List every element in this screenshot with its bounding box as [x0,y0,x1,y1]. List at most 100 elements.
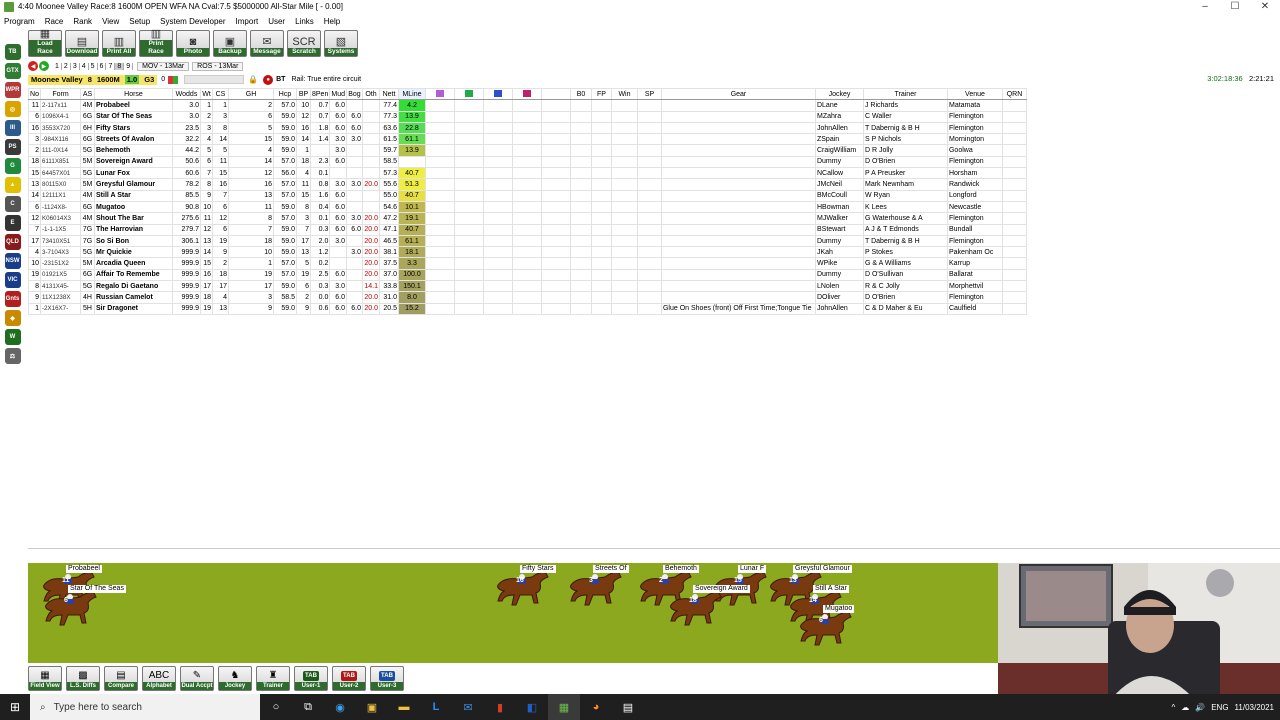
diamond-icon[interactable]: ◆ [4,310,21,326]
menu-rank[interactable]: Rank [73,17,92,26]
mail-icon[interactable]: ✉ [452,694,484,720]
vic-icon[interactable]: VIC [4,272,21,288]
gnts-icon[interactable]: Gnts [4,291,21,307]
back-arrow-icon[interactable]: ◀ [28,61,38,71]
table-row[interactable]: 1 -2X16X7- 5H Sir Dragonet 999.9 19 13 9 59.0 9 0.… [28,302,1027,315]
jockey-button[interactable]: ♞ Jockey [218,666,252,691]
table-row[interactable]: 17 73410X51 7G So Si Bon 306.1 13 19 18 59.0 17 2.… [28,234,1027,248]
minimize-button[interactable]: – [1190,0,1220,13]
cortana-icon[interactable]: ○ [260,694,292,720]
task-view-icon[interactable]: ⧉ [292,694,324,720]
menu-links[interactable]: Links [295,17,314,26]
table-row[interactable]: 14 12111X1 4M Still A Star 85.5 9 7 13 57.0 15 1.6… [28,189,1027,202]
column-header[interactable]: Wodds [172,87,201,101]
table-row[interactable]: 6 1096X4-1 6G Star Of The Seas 3.0 2 3 6 59.0 12 0… [28,110,1027,123]
column-header[interactable]: Form [40,87,81,101]
column-header[interactable]: AS [80,87,95,101]
track-horse[interactable]: Fifty Stars 16 [490,563,570,623]
compare-button[interactable]: ▤ Compare [104,666,138,691]
office-icon[interactable]: ▮ [484,694,516,720]
race-tab-3[interactable]: 3 [71,62,80,70]
column-header[interactable]: Win [610,87,638,101]
column-header[interactable]: SP [636,87,662,101]
column-header[interactable] [453,87,484,101]
systems-button[interactable]: ▧ Systems [324,30,358,57]
taskbar-search[interactable]: ⌕ Type here to search [30,694,260,720]
tray-icon[interactable]: ☁ [1181,703,1189,712]
table-row[interactable]: 4 3-7104X3 5G Mr Quickie 999.9 14 9 10 59.0 13 1.2… [28,246,1027,259]
scratch-button[interactable]: SCR Scratch [287,30,321,57]
menu-view[interactable]: View [102,17,119,26]
column-header[interactable]: Horse [94,87,173,101]
track-horse[interactable]: Streets Of 3 [563,563,643,623]
table-row[interactable]: 16 3553X720 6H Fifty Stars 23.5 3 8 5 59.0 16 1.8 6… [28,121,1027,135]
firefox-icon[interactable]: ◕ [580,694,612,720]
column-header[interactable]: BP [296,87,311,101]
column-header[interactable]: Trainer [862,87,948,101]
meeting-tab[interactable]: ROS - 13Mar [192,61,244,71]
menu-system-developer[interactable]: System Developer [160,17,225,26]
menu-help[interactable]: Help [324,17,340,26]
trainer-button[interactable]: ♜ Trainer [256,666,290,691]
table-row[interactable]: 3 -984X116 6G Streets Of Avalon 32.2 4 14 15 59.… [28,133,1027,146]
track-horse[interactable]: Sovereign Award 18 [663,583,750,643]
race-tab-5[interactable]: 5 [89,62,98,70]
column-header[interactable]: FP [590,87,612,101]
forward-arrow-icon[interactable]: ▶ [39,61,49,71]
tray-icon[interactable]: 🔊 [1195,703,1205,712]
download-button[interactable]: ▤ Download [65,30,99,57]
maximize-button[interactable]: ☐ [1220,0,1250,13]
g-icon[interactable]: G [4,158,21,174]
notepad-icon[interactable]: ▤ [612,694,644,720]
column-header[interactable]: Hcp [273,87,297,101]
track-horse[interactable]: Mugatoo 6 [793,603,873,663]
column-header[interactable] [540,87,571,101]
w-icon[interactable]: W [4,329,21,345]
column-header[interactable]: B0 [569,87,592,101]
print-all-button[interactable]: ▥ Print All [102,30,136,57]
column-header[interactable] [511,87,542,101]
wpr-icon[interactable]: WPR [4,82,21,98]
triangle-icon[interactable]: ▲ [4,177,21,193]
windows-start-icon[interactable]: ⊞ [0,694,30,720]
column-header[interactable]: No [28,87,41,101]
table-row[interactable]: 6 -1124X8- 6G Mugatoo 90.8 10 6 11 59.0 8 0.4 6.0 54… [28,200,1027,214]
bars-icon[interactable]: III [4,120,21,136]
menu-program[interactable]: Program [4,17,35,26]
file-explorer-icon[interactable]: ▬ [388,694,420,720]
column-header[interactable] [424,87,455,101]
close-button[interactable]: ✕ [1250,0,1280,13]
user-3-button[interactable]: TAB User-3 [370,666,404,691]
target-icon[interactable]: ◎ [4,101,21,117]
qld-icon[interactable]: QLD [4,234,21,250]
table-row[interactable]: 7 -1-1-1X5 7G The Harrovian 279.7 12 6 7 59.0 7 0.… [28,223,1027,236]
c-icon[interactable]: C [4,196,21,212]
store-icon[interactable]: ▣ [356,694,388,720]
user-1-button[interactable]: TAB User-1 [294,666,328,691]
race-tab-2[interactable]: 2 [62,62,71,70]
column-header[interactable]: Mud [329,87,347,101]
column-header[interactable]: 8Pen [309,87,331,101]
race-tab-9[interactable]: 9 [124,62,134,70]
menu-race[interactable]: Race [45,17,64,26]
load-race-button[interactable]: ▦ Load Race [28,28,62,57]
table-row[interactable]: 18 6111X851 5M Sovereign Award 50.6 6 11 14 57.0… [28,155,1027,169]
tb-icon[interactable]: TB [4,44,21,60]
photo-button[interactable]: ◙ Photo [176,30,210,57]
table-row[interactable]: 11 2-117x11 4M Probabeel 3.0 1 1 2 57.0 10 0.7 6.0 7… [28,99,1027,112]
print-race-button[interactable]: ▥ Print Race [139,28,173,57]
column-header[interactable]: Venue [946,87,1003,101]
outlook-icon[interactable]: ◧ [516,694,548,720]
gtx-app-icon[interactable]: ▦ [548,694,580,720]
field-view-button[interactable]: ▦ Field View [28,666,62,691]
meeting-tab[interactable]: MOV - 13Mar [137,61,190,71]
table-row[interactable]: 10 -23151X2 5M Arcadia Queen 999.9 15 2 1 57.0 5 0… [28,257,1027,270]
race-tab-1[interactable]: 1 [53,62,62,70]
message-button[interactable]: ✉ Message [250,30,284,57]
menu-user[interactable]: User [268,17,285,26]
scales-icon[interactable]: ⚖ [4,348,21,364]
gtx-icon[interactable]: GTX [4,63,21,79]
table-row[interactable]: 2 111-0X14 5G Behemoth 44.2 5 5 4 59.0 1 3.0 59.7 13… [28,144,1027,157]
column-header[interactable]: Wt [200,87,213,101]
dual-accpt-button[interactable]: ✎ Dual Accpt [180,666,214,691]
